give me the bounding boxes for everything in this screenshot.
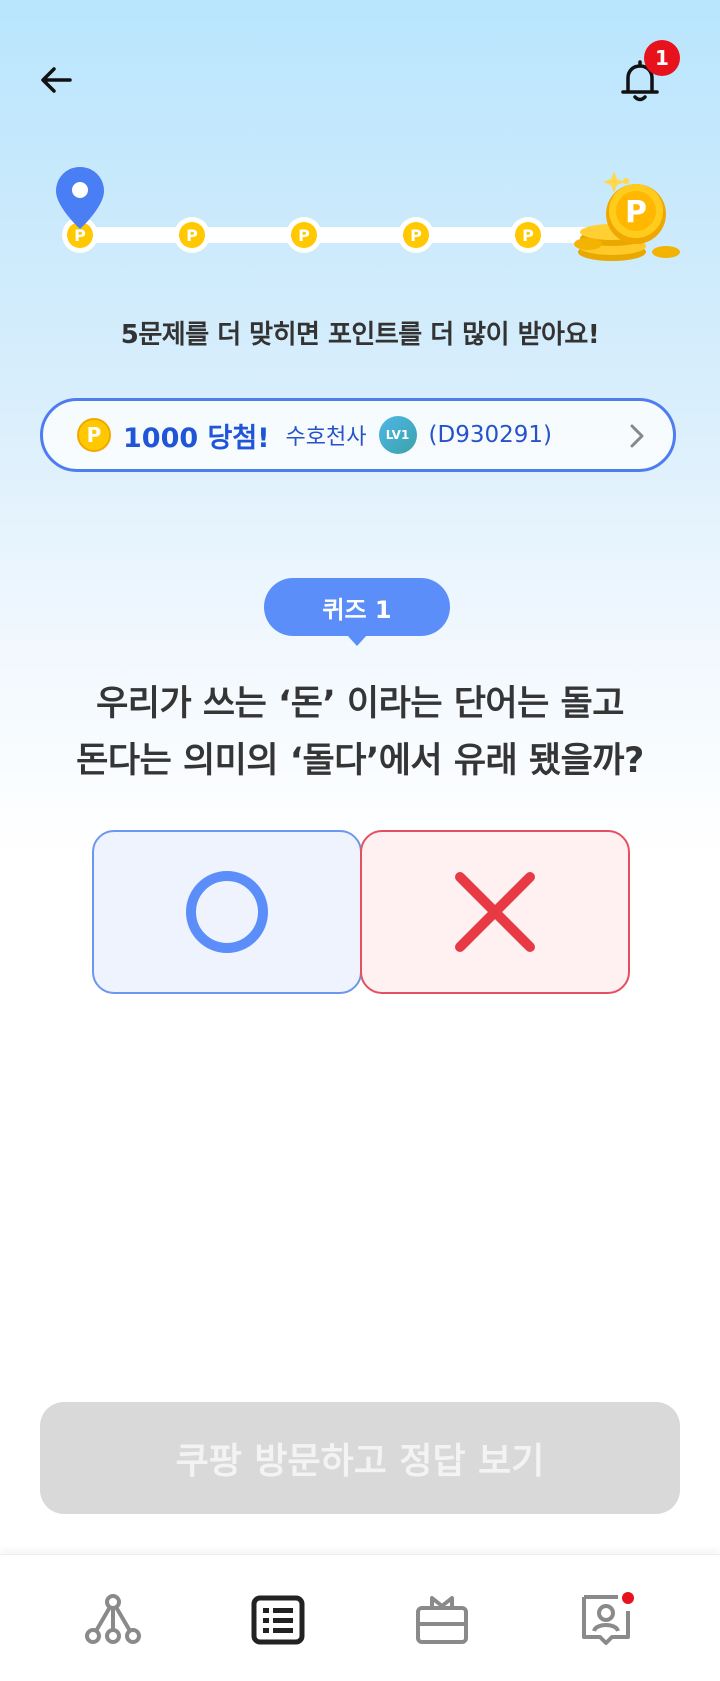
progress-step-coin: P xyxy=(174,217,210,253)
answer-x-button[interactable] xyxy=(360,830,630,994)
progress-step-label: P xyxy=(522,226,534,245)
location-pin-icon xyxy=(56,167,104,229)
notification-dot xyxy=(622,1592,634,1604)
progress-step-label: P xyxy=(186,226,198,245)
quiz-number-tag: 퀴즈 1 xyxy=(264,578,450,646)
answer-o-button[interactable] xyxy=(92,830,362,994)
profile-icon xyxy=(582,1592,634,1645)
cross-x-icon xyxy=(455,872,535,952)
tab-network[interactable] xyxy=(78,1585,148,1655)
question-line-2: 돈다는 의미의 ‘돌다’에서 유래 됐을까? xyxy=(76,741,644,781)
progress-step-coin: P xyxy=(510,217,546,253)
quiz-progress-track: PPPPP P xyxy=(56,167,680,261)
progress-step-label: P xyxy=(410,226,422,245)
view-answer-button[interactable]: 쿠팡 방문하고 정답 보기 xyxy=(40,1402,680,1514)
coin-pile-icon: P xyxy=(574,171,680,261)
progress-step-coin: P xyxy=(286,217,322,253)
bottom-tab-bar xyxy=(0,1554,720,1681)
win-amount: 1000 당첨! xyxy=(123,422,270,454)
progress-step-label: P xyxy=(298,226,310,245)
winner-name: 수호천사 xyxy=(285,425,367,450)
winner-id: (D930291) xyxy=(428,422,552,448)
point-coin-icon: P xyxy=(77,418,111,452)
tab-gift[interactable] xyxy=(407,1585,477,1655)
circle-o-icon xyxy=(186,871,268,953)
winner-banner[interactable]: P 1000 당첨! 수호천사 LV1 (D930291) xyxy=(40,398,676,472)
reward-coin-label: P xyxy=(625,195,647,230)
gift-icon xyxy=(416,1596,468,1644)
tab-profile[interactable] xyxy=(571,1585,641,1655)
list-icon xyxy=(251,1595,305,1645)
tab-list[interactable] xyxy=(243,1585,313,1655)
question-line-1: 우리가 쓰는 ‘돈’ 이라는 단어는 돌고 xyxy=(96,684,624,724)
progress-hint: 5문제를 더 맞히면 포인트를 더 많이 받아요! xyxy=(120,320,600,350)
level-badge: LV1 xyxy=(378,416,417,454)
quiz-question: 우리가 쓰는 ‘돈’ 이라는 단어는 돌고 돈다는 의미의 ‘돌다’에서 유래 … xyxy=(30,676,690,790)
progress-step-coin: P xyxy=(398,217,434,253)
network-icon xyxy=(85,1594,141,1644)
chevron-right-icon xyxy=(630,424,644,448)
